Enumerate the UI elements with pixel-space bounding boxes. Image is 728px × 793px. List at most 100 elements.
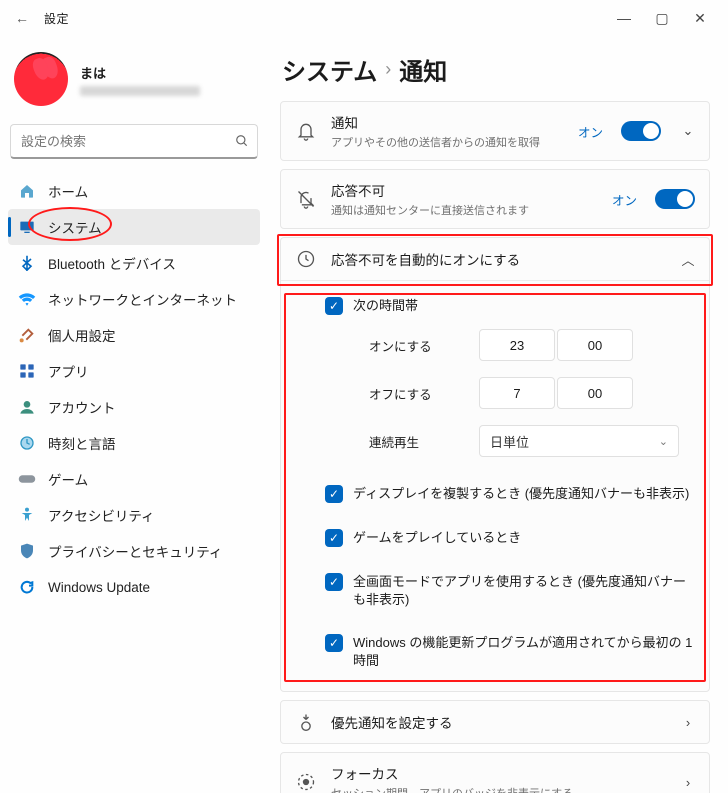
window-title: 設定	[44, 10, 69, 27]
time-on-label: オンにする	[369, 336, 449, 355]
time-on-hour[interactable]: 23	[479, 329, 555, 361]
time-off-hour[interactable]: 7	[479, 377, 555, 409]
search-box[interactable]	[10, 124, 258, 159]
profile-block[interactable]: まは	[8, 44, 260, 122]
checkbox-label: ディスプレイを複製するとき (優先度通知バナーも非表示)	[353, 485, 693, 503]
sidebar-item-windows-update[interactable]: Windows Update	[8, 569, 260, 605]
card-auto-dnd-header[interactable]: 応答不可を自動的にオンにする ︿	[281, 238, 709, 281]
update-icon	[18, 578, 36, 596]
checkbox-label: Windows の機能更新プログラムが適用されてから最初の 1 時間	[353, 634, 693, 669]
brush-icon	[18, 326, 36, 344]
checkbox-duplicate-display[interactable]: ✓	[325, 485, 343, 503]
card-subtitle: アプリやその他の送信者からの通知を取得	[331, 134, 564, 150]
time-off-label: オフにする	[369, 384, 449, 403]
avatar	[14, 52, 68, 106]
breadcrumb-parent[interactable]: システム	[282, 52, 377, 87]
toggle-state-label: オン	[578, 122, 603, 141]
chevron-up-icon[interactable]: ︿	[681, 250, 695, 269]
card-priority-notifications[interactable]: 優先通知を設定する ›	[280, 700, 710, 744]
content-area: システム › 通知 通知 アプリやその他の送信者からの通知を取得 オン ⌄	[268, 36, 728, 793]
minimize-button[interactable]: —	[614, 10, 634, 26]
sidebar-item-label: 個人用設定	[48, 325, 116, 345]
checkbox-label: ゲームをプレイしているとき	[353, 529, 693, 547]
sidebar-item-home[interactable]: ホーム	[8, 173, 260, 209]
checkbox-playing-game[interactable]: ✓	[325, 529, 343, 547]
system-icon	[18, 218, 36, 236]
apps-icon	[18, 362, 36, 380]
card-focus[interactable]: フォーカス セッション期間、アプリのバッジを非表示にする ›	[280, 752, 710, 793]
sidebar-item-system[interactable]: システム	[8, 209, 260, 245]
search-input[interactable]	[19, 133, 235, 150]
card-title: 優先通知を設定する	[331, 712, 661, 732]
sidebar: まは ホーム システム Bluetooth とデバイス	[0, 36, 268, 793]
sidebar-item-label: 時刻と言語	[48, 433, 116, 453]
sidebar-item-privacy[interactable]: プライバシーとセキュリティ	[8, 533, 260, 569]
card-subtitle: 通知は通知センターに直接送信されます	[331, 202, 598, 218]
search-icon	[235, 134, 249, 148]
card-notifications[interactable]: 通知 アプリやその他の送信者からの通知を取得 オン ⌄	[280, 101, 710, 161]
checkbox-label: 全画面モードでアプリを使用するとき (優先度通知バナーも非表示)	[353, 573, 693, 608]
wifi-icon	[18, 290, 36, 308]
sidebar-item-accounts[interactable]: アカウント	[8, 389, 260, 425]
window-body: まは ホーム システム Bluetooth とデバイス	[0, 36, 728, 793]
focus-icon	[295, 771, 317, 793]
checkbox-fullscreen-app[interactable]: ✓	[325, 573, 343, 591]
sidebar-item-personalization[interactable]: 個人用設定	[8, 317, 260, 353]
sidebar-item-bluetooth[interactable]: Bluetooth とデバイス	[8, 245, 260, 281]
checkbox-after-feature-update[interactable]: ✓	[325, 634, 343, 652]
shield-icon	[18, 542, 36, 560]
accessibility-icon	[18, 506, 36, 524]
card-title: フォーカス	[331, 763, 661, 783]
home-icon	[18, 182, 36, 200]
sidebar-item-apps[interactable]: アプリ	[8, 353, 260, 389]
maximize-button[interactable]: ▢	[652, 10, 672, 27]
card-subtitle: セッション期間、アプリのバッジを非表示にする	[331, 785, 661, 793]
titlebar: ← 設定 — ▢ ✕	[0, 0, 728, 36]
repeat-label: 連続再生	[369, 432, 449, 451]
clock-icon	[295, 248, 317, 270]
sidebar-item-label: アカウント	[48, 397, 116, 417]
checkbox-label: 次の時間帯	[353, 297, 693, 315]
card-title: 応答不可	[331, 180, 598, 200]
chevron-right-icon: ›	[385, 59, 391, 80]
back-button[interactable]: ←	[8, 4, 36, 32]
sidebar-item-accessibility[interactable]: アクセシビリティ	[8, 497, 260, 533]
sidebar-item-network[interactable]: ネットワークとインターネット	[8, 281, 260, 317]
user-email-blurred	[80, 86, 200, 96]
card-title: 応答不可を自動的にオンにする	[331, 249, 661, 269]
checkbox-time-range[interactable]: ✓	[325, 297, 343, 315]
breadcrumb-current: 通知	[399, 52, 447, 87]
repeat-select[interactable]: 日単位 ⌄	[479, 425, 679, 457]
bluetooth-icon	[18, 254, 36, 272]
card-auto-dnd-body: ✓ 次の時間帯 オンにする 23 00 オフにする 7 00 連続再生	[281, 281, 709, 691]
sidebar-item-label: ホーム	[48, 181, 88, 201]
toggle-notifications[interactable]	[621, 121, 661, 141]
chevron-down-icon: ⌄	[659, 435, 668, 448]
sidebar-item-label: アプリ	[48, 361, 89, 381]
sidebar-item-label: プライバシーとセキュリティ	[48, 541, 222, 561]
sidebar-item-gaming[interactable]: ゲーム	[8, 461, 260, 497]
account-icon	[18, 398, 36, 416]
card-title: 通知	[331, 112, 564, 132]
sidebar-item-label: Windows Update	[48, 580, 150, 595]
globe-clock-icon	[18, 434, 36, 452]
priority-icon	[295, 711, 317, 733]
sidebar-item-label: ネットワークとインターネット	[48, 289, 237, 309]
user-name: まは	[80, 63, 200, 82]
time-off-minute[interactable]: 00	[557, 377, 633, 409]
gamepad-icon	[18, 470, 36, 488]
bell-slash-icon	[295, 188, 317, 210]
chevron-down-icon[interactable]: ⌄	[681, 123, 695, 139]
card-do-not-disturb[interactable]: 応答不可 通知は通知センターに直接送信されます オン	[280, 169, 710, 229]
chevron-right-icon[interactable]: ›	[681, 775, 695, 790]
sidebar-item-label: Bluetooth とデバイス	[48, 253, 176, 273]
close-button[interactable]: ✕	[690, 10, 710, 27]
repeat-value: 日単位	[490, 432, 529, 451]
breadcrumb: システム › 通知	[280, 44, 710, 101]
toggle-dnd[interactable]	[655, 189, 695, 209]
sidebar-item-time-language[interactable]: 時刻と言語	[8, 425, 260, 461]
sidebar-item-label: システム	[48, 217, 102, 237]
time-on-minute[interactable]: 00	[557, 329, 633, 361]
card-auto-dnd: 応答不可を自動的にオンにする ︿ ✓ 次の時間帯 オンにする 23 00	[280, 237, 710, 692]
chevron-right-icon[interactable]: ›	[681, 715, 695, 730]
